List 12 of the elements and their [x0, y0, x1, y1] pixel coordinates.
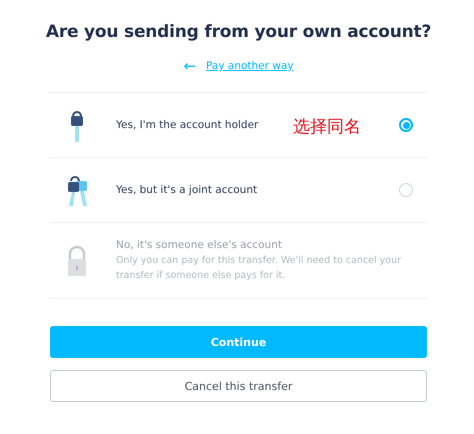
- account-option[interactable]: Yes, but it's a joint account: [50, 158, 427, 223]
- cancel-button[interactable]: Cancel this transfer: [50, 370, 427, 402]
- annotation-text: 选择同名: [293, 116, 361, 138]
- account-option[interactable]: Yes, I'm the account holder 选择同名: [50, 93, 427, 158]
- option-label: Yes, but it's a joint account: [116, 184, 258, 196]
- option-description: Only you can pay for this transfer. We'll need to cancel your transfer if someone else pays for it.: [116, 254, 402, 282]
- radio-button[interactable]: [399, 118, 413, 132]
- radio-button[interactable]: [399, 183, 413, 197]
- page-title: Are you sending from your own account?: [44, 21, 432, 44]
- option-label: Yes, I'm the account holder: [116, 119, 258, 131]
- option-label: No, it's someone else's account: [116, 238, 282, 250]
- padlock-icon: [67, 244, 87, 276]
